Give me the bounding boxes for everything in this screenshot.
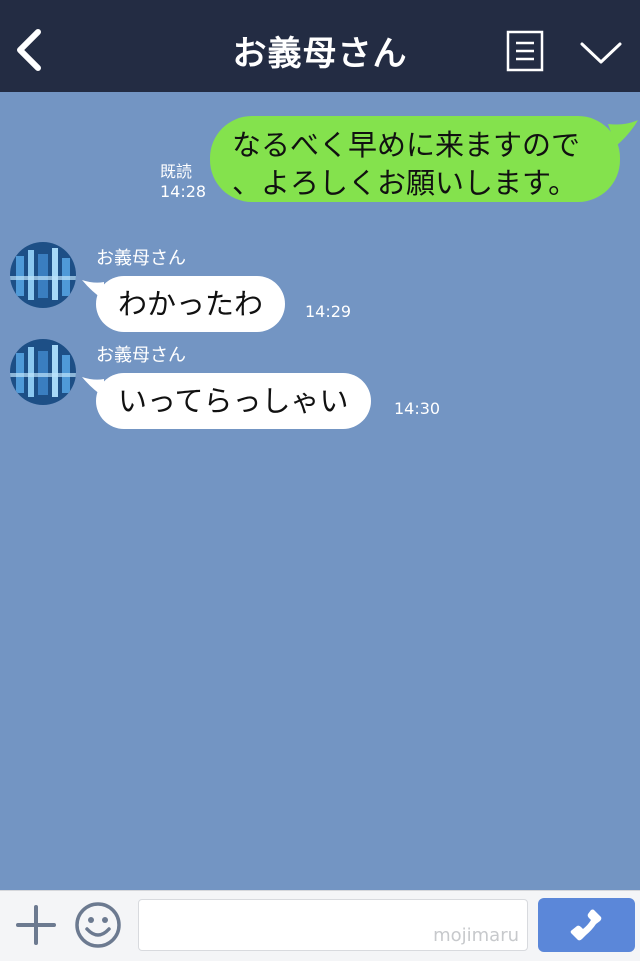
call-button[interactable] — [538, 898, 635, 952]
input-bar: mojimaru — [0, 890, 640, 961]
smiley-icon[interactable] — [74, 901, 122, 949]
outgoing-message-bubble[interactable]: なるべく早めに来ますので 、よろしくお願いします。 — [210, 116, 620, 202]
phone-icon — [570, 909, 602, 941]
message-text-line: 、よろしくお願いします。 — [232, 166, 578, 200]
input-watermark: mojimaru — [433, 925, 519, 946]
read-label: 既読 — [160, 162, 193, 181]
sender-name: お義母さん — [96, 345, 186, 366]
plus-icon[interactable] — [14, 903, 58, 947]
chat-header: お義母さん — [0, 0, 640, 92]
message-time: 14:29 — [305, 302, 352, 321]
memo-icon[interactable] — [506, 30, 544, 72]
avatar[interactable] — [10, 242, 76, 308]
chevron-down-icon[interactable] — [578, 38, 624, 68]
message-time: 14:30 — [394, 399, 441, 418]
chat-title: お義母さん — [232, 34, 408, 74]
message-input[interactable]: mojimaru — [138, 899, 528, 951]
incoming-message-bubble[interactable]: いってらっしゃい — [96, 373, 371, 429]
message-text-line: なるべく早めに来ますので — [232, 128, 581, 162]
avatar-image — [10, 339, 76, 405]
avatar-image — [10, 242, 76, 308]
message-time: 14:28 — [160, 182, 207, 201]
avatar[interactable] — [10, 339, 76, 405]
incoming-message-bubble[interactable]: わかったわ — [96, 276, 286, 332]
read-receipt: 既読 14:28 — [160, 162, 206, 202]
bubble-tail — [608, 120, 638, 146]
sender-name: お義母さん — [96, 248, 186, 269]
